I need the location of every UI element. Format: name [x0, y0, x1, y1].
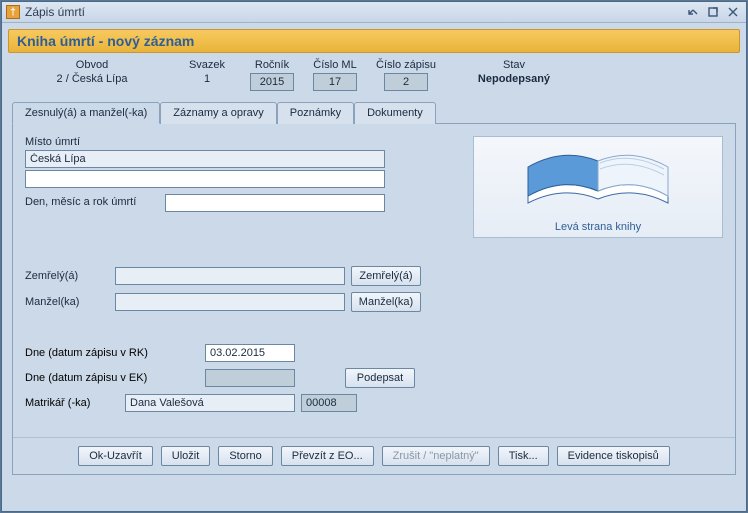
- close-icon[interactable]: [724, 4, 742, 20]
- window-title: Zápis úmrtí: [25, 5, 682, 19]
- label-matrikar: Matrikář (-ka): [25, 397, 125, 409]
- bottom-bar: Ok-Uzavřít Uložit Storno Převzít z EO...…: [13, 437, 735, 474]
- value-stav: Nepodepsaný: [444, 73, 584, 91]
- input-matrikar-code: [301, 394, 357, 412]
- window: † Zápis úmrtí Kniha úmrtí - nový záznam …: [1, 1, 747, 512]
- tab-zaznamy[interactable]: Záznamy a opravy: [160, 102, 276, 124]
- value-rocnik: 2015: [250, 73, 294, 91]
- input-matrikar-name[interactable]: [125, 394, 295, 412]
- label-zemrely: Zemřelý(á): [25, 270, 115, 282]
- value-obvod: 2 / Česká Lípa: [12, 73, 172, 91]
- book-caption: Levá strana knihy: [555, 221, 641, 233]
- minimize-icon[interactable]: [684, 4, 702, 20]
- button-prevzit-z-eo[interactable]: Převzít z EO...: [281, 446, 374, 466]
- label-manzel: Manžel(ka): [25, 296, 115, 308]
- label-rocnik: Ročník: [242, 59, 302, 71]
- book-preview[interactable]: Levá strana knihy: [473, 136, 723, 238]
- button-zemrely[interactable]: Zemřelý(á): [351, 266, 421, 286]
- label-dne-ek: Dne (datum zápisu v EK): [25, 372, 205, 384]
- label-misto-umrti: Místo úmrtí: [25, 136, 455, 148]
- value-cislo-ml: 17: [313, 73, 357, 91]
- input-dne-ek: [205, 369, 295, 387]
- button-podepsat[interactable]: Podepsat: [345, 368, 415, 388]
- value-svazek: 1: [172, 73, 242, 91]
- titlebar: † Zápis úmrtí: [2, 2, 746, 23]
- app-icon: †: [6, 5, 20, 19]
- label-stav: Stav: [444, 59, 584, 71]
- label-svazek: Svazek: [172, 59, 242, 71]
- tabstrip: Zesnulý(á) a manžel(-ka) Záznamy a oprav…: [12, 101, 736, 123]
- label-datum-umrti: Den, měsíc a rok úmrtí: [25, 196, 165, 208]
- button-ok-uzavrit[interactable]: Ok-Uzavřít: [78, 446, 153, 466]
- label-dne-rk: Dne (datum zápisu v RK): [25, 347, 205, 359]
- button-ulozit[interactable]: Uložit: [161, 446, 211, 466]
- input-zemrely[interactable]: [115, 267, 345, 285]
- maximize-icon[interactable]: [704, 4, 722, 20]
- tab-poznamky[interactable]: Poznámky: [277, 102, 354, 124]
- book-icon: [518, 141, 678, 221]
- button-manzel[interactable]: Manžel(ka): [351, 292, 421, 312]
- tab-zesnuly[interactable]: Zesnulý(á) a manžel(-ka): [12, 102, 160, 124]
- button-tisk[interactable]: Tisk...: [498, 446, 549, 466]
- button-storno[interactable]: Storno: [218, 446, 272, 466]
- label-cislo-zapisu: Číslo zápisu: [368, 59, 444, 71]
- input-datum-umrti[interactable]: [165, 194, 385, 212]
- tab-panel: Místo úmrtí Den, měsíc a rok úmrtí: [12, 123, 736, 475]
- input-dne-rk[interactable]: [205, 344, 295, 362]
- value-cislo-zapisu: 2: [384, 73, 428, 91]
- label-cislo-ml: Číslo ML: [302, 59, 368, 71]
- input-misto-umrti-2[interactable]: [25, 170, 385, 188]
- header-labels: Obvod Svazek Ročník Číslo ML Číslo zápis…: [2, 57, 746, 71]
- label-obvod: Obvod: [12, 59, 172, 71]
- button-zrusit-neplatny: Zrušit / "neplatný": [382, 446, 490, 466]
- banner-title: Kniha úmrtí - nový záznam: [8, 29, 740, 53]
- tab-dokumenty[interactable]: Dokumenty: [354, 102, 436, 124]
- input-manzel[interactable]: [115, 293, 345, 311]
- button-evidence-tiskopisu[interactable]: Evidence tiskopisů: [557, 446, 670, 466]
- header-values: 2 / Česká Lípa 1 2015 17 2 Nepodepsaný: [2, 71, 746, 97]
- input-misto-umrti-1[interactable]: [25, 150, 385, 168]
